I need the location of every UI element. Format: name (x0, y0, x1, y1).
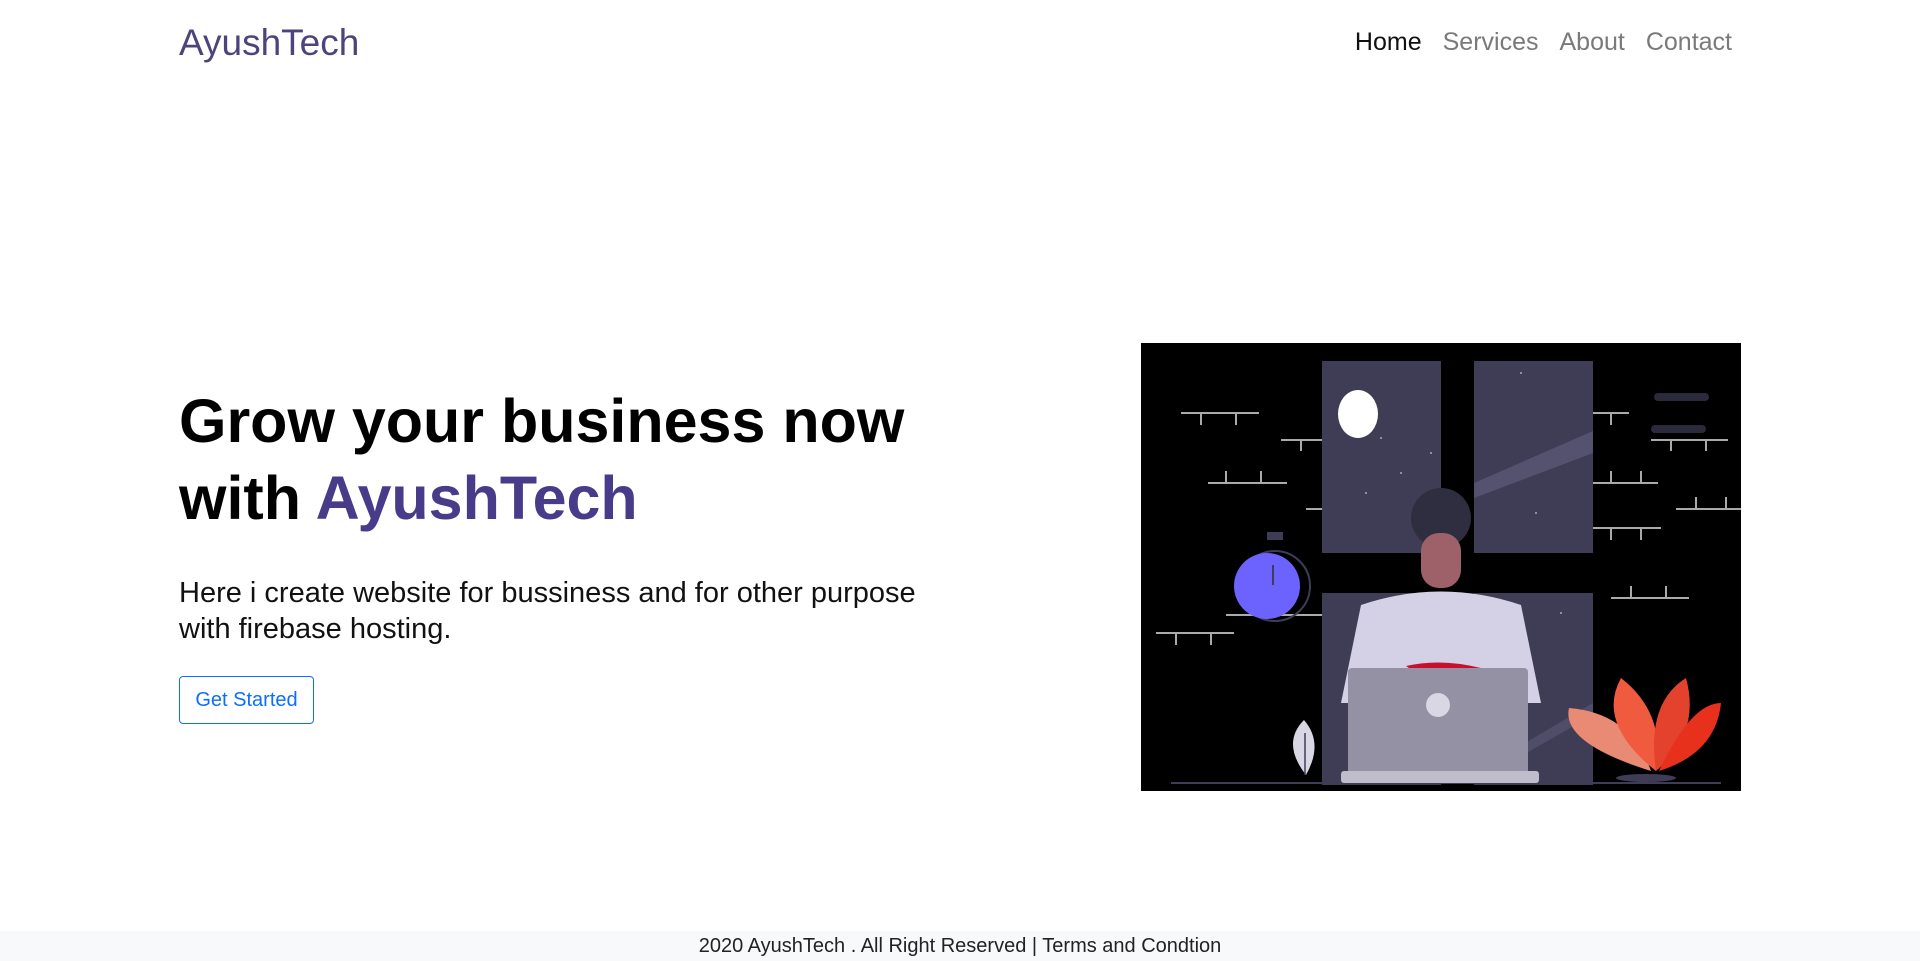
copyright-text: 2020 AyushTech . All Right Reserved | (698, 935, 1038, 957)
terms-link[interactable]: Terms and Condtion (1042, 935, 1221, 957)
nav-link-contact[interactable]: Contact (1646, 28, 1732, 57)
hero-headline: Grow your business now with AyushTech (179, 383, 999, 537)
nav-link-services[interactable]: Services (1443, 28, 1539, 57)
headline-brand: AyushTech (315, 464, 638, 532)
hero-lead: Here i create website for bussiness and … (179, 575, 999, 647)
brand-logo-link[interactable]: AyushTech (179, 22, 359, 64)
headline-prefix: with (179, 464, 301, 532)
lead-line-1: Here i create website for bussiness and … (179, 577, 916, 609)
navbar: AyushTech Home Services About Contact (0, 0, 1920, 88)
lead-line-2: with firebase hosting. (179, 613, 452, 645)
person-at-laptop-illustration (1156, 361, 1741, 785)
main-nav: Home Services About Contact (1355, 28, 1732, 57)
get-started-button[interactable]: Get Started (179, 676, 314, 724)
nav-link-about[interactable]: About (1559, 28, 1624, 57)
hero-illustration (1141, 343, 1741, 791)
footer: 2020 AyushTech . All Right Reserved | Te… (0, 931, 1920, 961)
headline-line-1: Grow your business now (179, 387, 905, 455)
hero-section: Grow your business now with AyushTech He… (179, 383, 999, 647)
nav-link-home[interactable]: Home (1355, 28, 1422, 57)
